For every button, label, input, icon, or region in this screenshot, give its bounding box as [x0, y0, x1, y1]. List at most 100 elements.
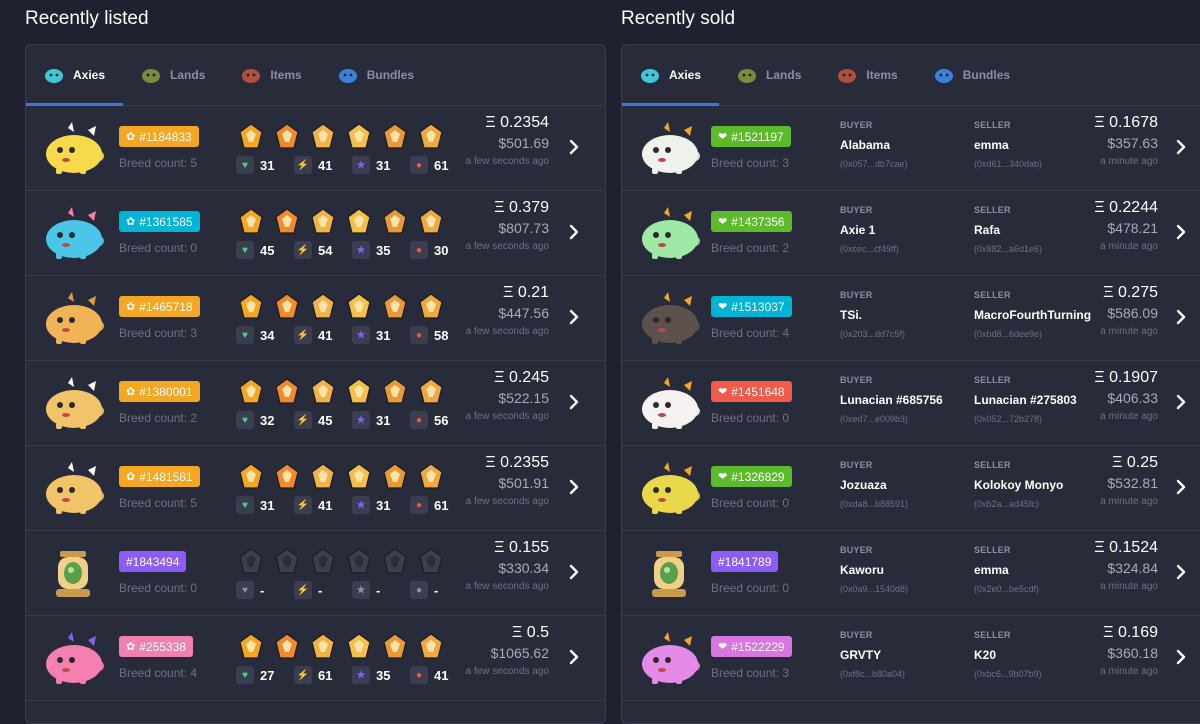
- egg-image: [634, 545, 704, 603]
- chevron-right-icon[interactable]: [1172, 563, 1190, 581]
- stat-value: 30: [434, 242, 449, 258]
- chevron-right-icon[interactable]: [565, 648, 583, 666]
- chevron-right-icon[interactable]: [565, 393, 583, 411]
- seller-name[interactable]: Lunacian #275803: [974, 393, 1077, 407]
- axie-id-badge: ✿ #1361585: [119, 211, 200, 232]
- chevron-right-icon[interactable]: [1172, 223, 1190, 241]
- seller-address: (0x2e0...be5cdf): [974, 584, 1040, 594]
- price-block: Ξ 0.155 $330.34 a few seconds ago: [459, 539, 549, 595]
- listing-row[interactable]: ✿ #1184833 Breed count: 5 ♥ 31 ⚡ 41 ★ 31 ● 61 Ξ 0.2…: [26, 106, 605, 191]
- stat-value: 31: [376, 327, 391, 343]
- seller-label: SELLER: [974, 630, 1011, 640]
- sold-time: a minute ago: [1100, 496, 1158, 507]
- listing-row[interactable]: ✿ #1465718 Breed count: 3 ♥ 34 ⚡ 41 ★ 31 ● 58 Ξ 0.2…: [26, 276, 605, 361]
- buyer-name[interactable]: GRVTY: [840, 648, 905, 662]
- listing-row[interactable]: ✿ #1361585 Breed count: 0 ♥ 45 ⚡ 54 ★ 35 ● 30 Ξ 0.3…: [26, 191, 605, 276]
- seller-name[interactable]: K20: [974, 648, 1042, 662]
- body-part-icon: [382, 207, 408, 235]
- seller-name[interactable]: MacroFourthTurning: [974, 308, 1091, 322]
- buyer-address: (0x203...dd7c5f): [840, 329, 906, 339]
- chevron-right-icon[interactable]: [565, 308, 583, 326]
- seller-label: SELLER: [974, 290, 1011, 300]
- sale-row[interactable]: ❤ #1326829 Breed count: 0 BUYER Jozuaza (0xda…: [622, 446, 1200, 531]
- sale-row[interactable]: ❤ #1451648 Breed count: 0 BUYER Lunacian #68…: [622, 361, 1200, 446]
- axie-id-badge: ✿ #255338: [119, 636, 193, 657]
- axie-id-badge: ❤ #1451648: [711, 381, 792, 402]
- breed-count: Breed count: 2: [711, 241, 790, 255]
- axie-icon: [639, 65, 661, 85]
- sale-row[interactable]: #1841789 Breed count: 0 BUYER Kaworu (0x0a9.…: [622, 531, 1200, 616]
- price-block: Ξ 0.2354 $501.69 a few seconds ago: [459, 114, 549, 170]
- morale-icon: ●: [410, 241, 428, 259]
- stat-skill: ★ 31: [352, 326, 410, 344]
- buyer-name[interactable]: Lunacian #685756: [840, 393, 943, 407]
- body-part-icon: [346, 292, 372, 320]
- tab-axies[interactable]: Axies: [622, 45, 701, 104]
- buyer-name[interactable]: Kaworu: [840, 563, 908, 577]
- seller-label: SELLER: [974, 460, 1011, 470]
- chevron-right-icon[interactable]: [565, 563, 583, 581]
- eth-price: Ξ 0.169: [1103, 624, 1158, 641]
- skill-icon: ★: [352, 496, 370, 514]
- listing-row[interactable]: ✿ #255338 Breed count: 4 ♥ 27 ⚡ 61 ★ 35 ● 41 Ξ 0.5 $…: [26, 616, 605, 701]
- chevron-right-icon[interactable]: [565, 223, 583, 241]
- axie-id-badge: ✿ #1465718: [119, 296, 200, 317]
- seller-label: SELLER: [974, 205, 1011, 215]
- tab-lands[interactable]: Lands: [123, 45, 205, 104]
- seller-name[interactable]: emma: [974, 138, 1042, 152]
- price-block: Ξ 0.1907 $406.33 a minute ago: [1094, 369, 1158, 425]
- axie-stats: ♥ 45 ⚡ 54 ★ 35 ● 30: [236, 241, 468, 259]
- listing-row[interactable]: ✿ #1481581 Breed count: 5 ♥ 31 ⚡ 41 ★ 31 ● 61 Ξ 0.2…: [26, 446, 605, 531]
- eth-price: Ξ 0.275: [1103, 284, 1158, 301]
- listing-row[interactable]: #1843494 Breed count: 0 ♥ - ⚡ - ★ - ● - Ξ 0.155 $33…: [26, 531, 605, 616]
- seller-name[interactable]: emma: [974, 563, 1039, 577]
- chevron-right-icon[interactable]: [1172, 393, 1190, 411]
- tab-bundles[interactable]: Bundles: [916, 45, 1010, 104]
- sale-row[interactable]: ❤ #1521197 Breed count: 3 BUYER Alabama (0x05…: [622, 106, 1200, 191]
- listing-row[interactable]: ✿ #1380001 Breed count: 2 ♥ 32 ⚡ 45 ★ 31 ● 56 Ξ 0.2…: [26, 361, 605, 446]
- buyer-info: BUYER Axie 1 (0xcec...cf49ff): [840, 205, 899, 254]
- stat-value: -: [376, 582, 381, 598]
- eth-price: Ξ 0.1524: [1094, 539, 1158, 556]
- tab-lands[interactable]: Lands: [719, 45, 801, 104]
- chevron-right-icon[interactable]: [1172, 138, 1190, 156]
- tab-axies[interactable]: Axies: [26, 45, 105, 104]
- buyer-address: (0x057...db7cae): [840, 159, 908, 169]
- axie-id-badge: ❤ #1522229: [711, 636, 792, 657]
- skill-icon: ★: [352, 411, 370, 429]
- seller-address: (0xbc6...9b07b9): [974, 669, 1042, 679]
- sale-row[interactable]: ❤ #1437356 Breed count: 2 BUYER Axie 1 (0xcec…: [622, 191, 1200, 276]
- body-part-icon: [310, 207, 336, 235]
- land-icon: [736, 65, 758, 85]
- usd-price: $478.21: [1107, 220, 1158, 236]
- buyer-name[interactable]: Axie 1: [840, 223, 899, 237]
- buyer-name[interactable]: TSi.: [840, 308, 905, 322]
- axie-id: #1437356: [731, 214, 785, 229]
- usd-price: $807.73: [498, 220, 549, 236]
- tab-label: Bundles: [366, 67, 415, 82]
- buyer-name[interactable]: Alabama: [840, 138, 908, 152]
- stat-value: 41: [434, 667, 449, 683]
- eth-price: Ξ 0.155: [494, 539, 549, 556]
- axie-image: [38, 375, 108, 433]
- breed-count: Breed count: 3: [711, 156, 790, 170]
- axie-id-badge: ✿ #1481581: [119, 466, 200, 487]
- chevron-right-icon[interactable]: [1172, 478, 1190, 496]
- sale-row[interactable]: ❤ #1522229 Breed count: 3 BUYER GRVTY (0xf8c.…: [622, 616, 1200, 701]
- chevron-right-icon[interactable]: [565, 478, 583, 496]
- seller-name[interactable]: Rafa: [974, 223, 1042, 237]
- chevron-right-icon[interactable]: [565, 138, 583, 156]
- sale-row[interactable]: ❤ #1513037 Breed count: 4 BUYER TSi. (0x203..…: [622, 276, 1200, 361]
- seller-name[interactable]: Kolokoy Monyo: [974, 478, 1063, 492]
- chevron-right-icon[interactable]: [1172, 308, 1190, 326]
- listed-time: a few seconds ago: [465, 411, 549, 422]
- seller-info: SELLER K20 (0xbc6...9b07b9): [974, 630, 1042, 679]
- body-part-icon: [346, 547, 372, 575]
- buyer-name[interactable]: Jozuaza: [840, 478, 908, 492]
- body-parts: [238, 377, 444, 405]
- tab-items[interactable]: Items: [223, 45, 302, 104]
- class-icon: ❤: [718, 471, 728, 483]
- tab-items[interactable]: Items: [819, 45, 898, 104]
- tab-bundles[interactable]: Bundles: [320, 45, 414, 104]
- chevron-right-icon[interactable]: [1172, 648, 1190, 666]
